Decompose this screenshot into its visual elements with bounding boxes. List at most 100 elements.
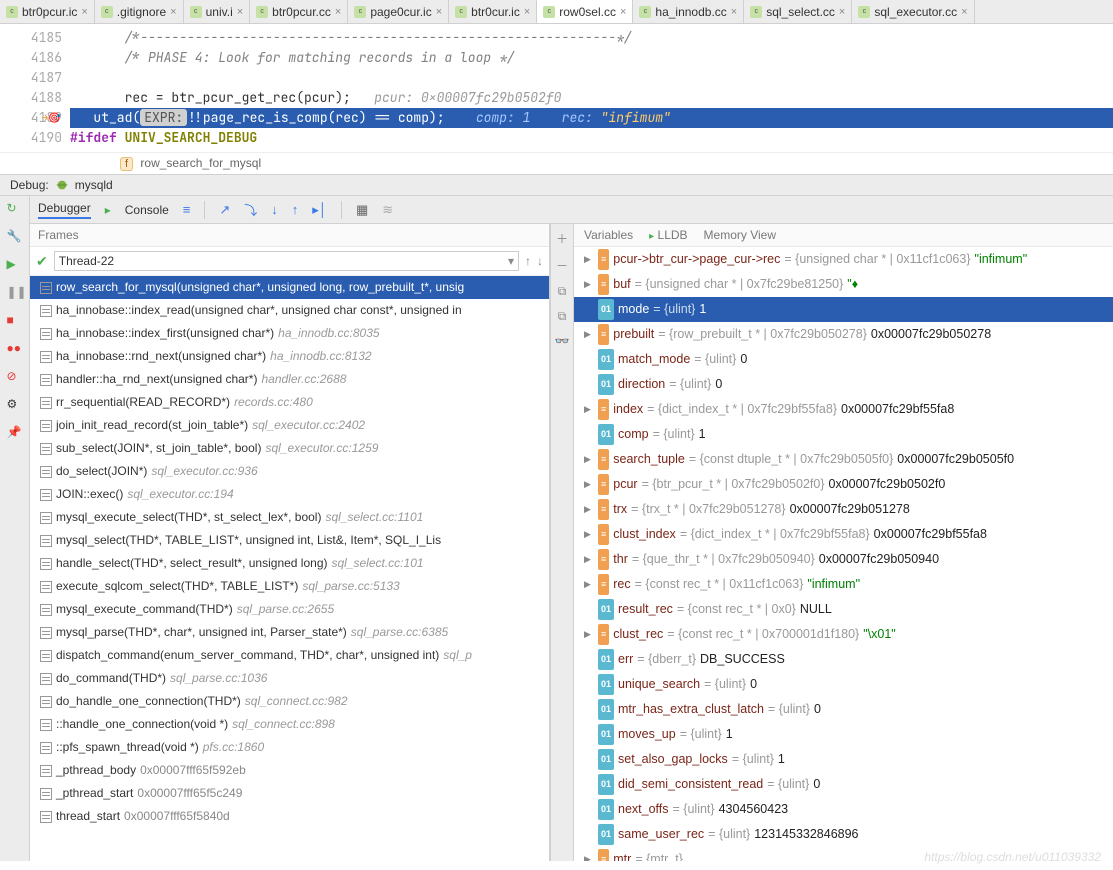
editor-tab[interactable]: c.gitignore× <box>95 0 184 23</box>
variable-row[interactable]: 01 err = {dberr_t} DB_SUCCESS <box>574 647 1113 672</box>
evaluate-expression-icon[interactable]: ▦ <box>356 202 368 218</box>
variable-row[interactable]: 01 mode = {ulint} 1 <box>574 297 1113 322</box>
stack-frame[interactable]: ha_innobase::index_first(unsigned char*)… <box>30 322 549 345</box>
stack-frame[interactable]: do_handle_one_connection(THD*) sql_conne… <box>30 690 549 713</box>
variable-row[interactable]: ▶ ≡ trx = {trx_t * | 0x7fc29b051278} 0x0… <box>574 497 1113 522</box>
variables-list[interactable]: ▶ ≡ pcur->btr_cur->page_cur->rec = {unsi… <box>574 247 1113 861</box>
variable-row[interactable]: ▶ ≡ rec = {const rec_t * | 0x11cf1c063} … <box>574 572 1113 597</box>
stack-frame[interactable]: handle_select(THD*, select_result*, unsi… <box>30 552 549 575</box>
stack-frame[interactable]: do_command(THD*) sql_parse.cc:1036 <box>30 667 549 690</box>
expand-arrow-icon[interactable]: ▶ <box>584 525 594 544</box>
settings-icon[interactable]: 🔧 <box>7 229 23 245</box>
variable-row[interactable]: ▶ ≡ buf = {unsigned char * | 0x7fc29be81… <box>574 272 1113 297</box>
tab-lldb[interactable]: ▸ LLDB <box>649 228 687 242</box>
variable-row[interactable]: 01 direction = {ulint} 0 <box>574 372 1113 397</box>
frame-list[interactable]: row_search_for_mysql(unsigned char*, uns… <box>30 276 549 861</box>
variable-row[interactable]: 01 set_also_gap_locks = {ulint} 1 <box>574 747 1113 772</box>
stack-frame[interactable]: join_init_read_record(st_join_table*) sq… <box>30 414 549 437</box>
expand-arrow-icon[interactable]: ▶ <box>584 250 594 269</box>
breadcrumb[interactable]: f row_search_for_mysql <box>0 152 1113 174</box>
stack-frame[interactable]: do_select(JOIN*) sql_executor.cc:936 <box>30 460 549 483</box>
expand-arrow-icon[interactable]: ▶ <box>584 500 594 519</box>
close-icon[interactable]: × <box>731 6 737 18</box>
close-icon[interactable]: × <box>436 6 442 18</box>
variable-row[interactable]: 01 result_rec = {const rec_t * | 0x0} NU… <box>574 597 1113 622</box>
editor-tab[interactable]: cha_innodb.cc× <box>633 0 744 23</box>
expand-arrow-icon[interactable]: ▶ <box>584 850 594 861</box>
close-icon[interactable]: × <box>81 6 87 18</box>
stack-frame[interactable]: mysql_execute_command(THD*) sql_parse.cc… <box>30 598 549 621</box>
editor-tab[interactable]: cpage0cur.ic× <box>348 0 449 23</box>
stack-frame[interactable]: thread_start 0x00007fff65f5840d <box>30 805 549 828</box>
variable-row[interactable]: ▶ ≡ index = {dict_index_t * | 0x7fc29bf5… <box>574 397 1113 422</box>
stack-frame[interactable]: mysql_select(THD*, TABLE_LIST*, unsigned… <box>30 529 549 552</box>
link-icon[interactable]: ⧉ <box>558 309 567 324</box>
expand-arrow-icon[interactable]: ▶ <box>584 325 594 344</box>
debug-target[interactable]: mysqld <box>75 178 113 192</box>
variable-row[interactable]: ▶ ≡ clust_index = {dict_index_t * | 0x7f… <box>574 522 1113 547</box>
stack-frame[interactable]: _pthread_start 0x00007fff65f5c249 <box>30 782 549 805</box>
stack-frame[interactable]: mysql_execute_select(THD*, st_select_lex… <box>30 506 549 529</box>
add-watch-icon[interactable]: ＋ <box>556 230 568 247</box>
pause-icon[interactable]: ❚❚ <box>7 285 23 301</box>
close-icon[interactable]: × <box>170 6 176 18</box>
stack-frame[interactable]: ha_innobase::rnd_next(unsigned char*) ha… <box>30 345 549 368</box>
expand-arrow-icon[interactable]: ▶ <box>584 475 594 494</box>
run-to-cursor-icon[interactable]: ▸│ <box>312 202 327 218</box>
tab-variables[interactable]: Variables <box>584 228 633 242</box>
frame-down-icon[interactable]: ↓ <box>537 254 543 268</box>
expand-arrow-icon[interactable]: ▶ <box>584 450 594 469</box>
variable-row[interactable]: 01 same_user_rec = {ulint} 1231453328468… <box>574 822 1113 847</box>
variable-row[interactable]: 01 moves_up = {ulint} 1 <box>574 722 1113 747</box>
glasses-icon[interactable]: 👓 <box>555 334 570 348</box>
tab-console[interactable]: Console <box>125 203 169 217</box>
duplicate-icon[interactable]: ⧉ <box>558 284 567 299</box>
expand-arrow-icon[interactable]: ▶ <box>584 625 594 644</box>
variable-row[interactable]: 01 did_semi_consistent_read = {ulint} 0 <box>574 772 1113 797</box>
expand-arrow-icon[interactable]: ▶ <box>584 550 594 569</box>
close-icon[interactable]: × <box>237 6 243 18</box>
pin-icon[interactable]: 📌 <box>7 425 23 441</box>
trace-icon[interactable]: ≋ <box>382 202 393 218</box>
variable-row[interactable]: 01 comp = {ulint} 1 <box>574 422 1113 447</box>
remove-watch-icon[interactable]: － <box>556 257 568 274</box>
variable-row[interactable]: 01 unique_search = {ulint} 0 <box>574 672 1113 697</box>
variable-row[interactable]: ▶ ≡ pcur = {btr_pcur_t * | 0x7fc29b0502f… <box>574 472 1113 497</box>
stop-icon[interactable]: ■ <box>7 313 23 329</box>
view-breakpoints-icon[interactable]: ●● <box>7 341 23 357</box>
stack-frame[interactable]: ::pfs_spawn_thread(void *) pfs.cc:1860 <box>30 736 549 759</box>
editor-tab[interactable]: cbtr0cur.ic× <box>449 0 537 23</box>
stack-frame[interactable]: _pthread_body 0x00007fff65f592eb <box>30 759 549 782</box>
thread-combo[interactable]: Thread-22 ▾ <box>54 251 519 271</box>
stack-frame[interactable]: rr_sequential(READ_RECORD*) records.cc:4… <box>30 391 549 414</box>
variable-row[interactable]: ▶ ≡ clust_rec = {const rec_t * | 0x70000… <box>574 622 1113 647</box>
rerun-icon[interactable]: ↻ <box>7 201 23 217</box>
stack-frame[interactable]: sub_select(JOIN*, st_join_table*, bool) … <box>30 437 549 460</box>
stack-frame[interactable]: execute_sqlcom_select(THD*, TABLE_LIST*)… <box>30 575 549 598</box>
resume-icon[interactable]: ▶ <box>7 257 23 273</box>
expand-arrow-icon[interactable]: ▶ <box>584 575 594 594</box>
editor-tab[interactable]: cuniv.i× <box>184 0 251 23</box>
close-icon[interactable]: × <box>620 6 626 18</box>
close-icon[interactable]: × <box>839 6 845 18</box>
editor-tab[interactable]: crow0sel.cc× <box>537 0 633 23</box>
variable-row[interactable]: ▶ ≡ mtr = {mtr_t} <box>574 847 1113 861</box>
tab-debugger[interactable]: Debugger <box>38 201 91 219</box>
variable-row[interactable]: 01 next_offs = {ulint} 4304560423 <box>574 797 1113 822</box>
variable-row[interactable]: ▶ ≡ search_tuple = {const dtuple_t * | 0… <box>574 447 1113 472</box>
close-icon[interactable]: × <box>524 6 530 18</box>
stack-frame[interactable]: dispatch_command(enum_server_command, TH… <box>30 644 549 667</box>
editor-tab[interactable]: csql_select.cc× <box>744 0 852 23</box>
variable-row[interactable]: ▶ ≡ pcur->btr_cur->page_cur->rec = {unsi… <box>574 247 1113 272</box>
variable-row[interactable]: 01 match_mode = {ulint} 0 <box>574 347 1113 372</box>
show-execution-point-icon[interactable]: ↗ <box>219 202 230 218</box>
variable-row[interactable]: ▶ ≡ thr = {que_thr_t * | 0x7fc29b050940}… <box>574 547 1113 572</box>
code-area[interactable]: /*--------------------------------------… <box>70 24 1113 152</box>
editor-tab[interactable]: cbtr0pcur.cc× <box>250 0 348 23</box>
thread-list-icon[interactable]: ≡ <box>183 202 191 217</box>
frame-up-icon[interactable]: ↑ <box>525 254 531 268</box>
step-into-icon[interactable]: ↓ <box>271 202 278 217</box>
expand-arrow-icon[interactable]: ▶ <box>584 275 594 294</box>
stack-frame[interactable]: ::handle_one_connection(void *) sql_conn… <box>30 713 549 736</box>
variable-row[interactable]: ▶ ≡ prebuilt = {row_prebuilt_t * | 0x7fc… <box>574 322 1113 347</box>
